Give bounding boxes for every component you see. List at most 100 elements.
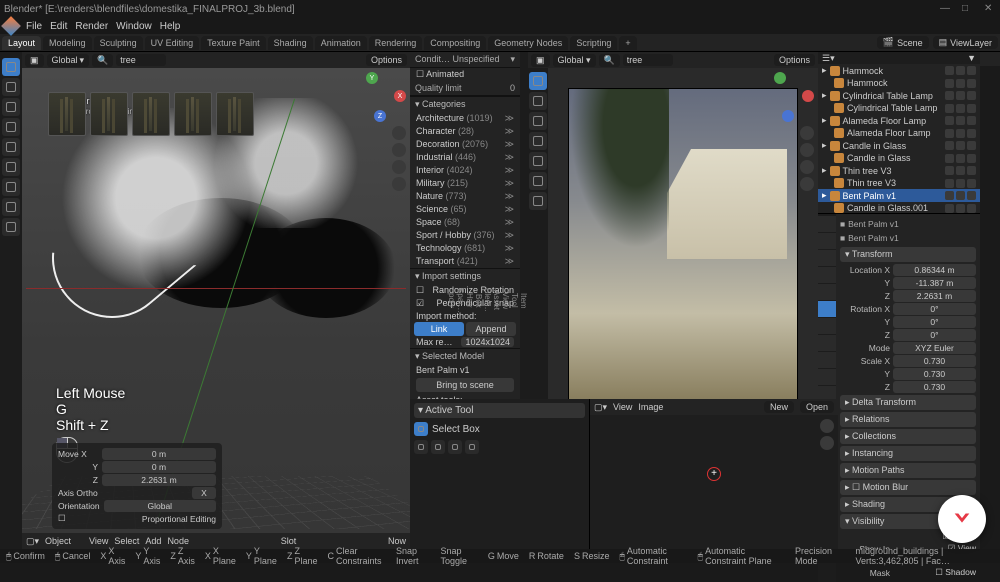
mode-selector[interactable]: ▣ — [25, 54, 44, 67]
tab-shading[interactable]: Shading — [268, 36, 313, 50]
close-button[interactable]: ✕ — [984, 3, 996, 15]
pan-icon[interactable] — [392, 143, 406, 157]
img-new[interactable]: New — [764, 401, 794, 413]
img-zoom-icon[interactable] — [820, 419, 834, 433]
sec-relations[interactable]: ▸ Relations — [840, 412, 976, 427]
tab-geonodes[interactable]: Geometry Nodes — [488, 36, 568, 50]
tab-compositing[interactable]: Compositing — [424, 36, 486, 50]
tab-layout[interactable]: Layout — [2, 36, 41, 50]
outliner-type-icon[interactable]: ☰▾ — [822, 53, 835, 64]
persp-icon[interactable] — [392, 177, 406, 191]
ptab-scene[interactable] — [818, 267, 836, 283]
img-menu-image[interactable]: Image — [638, 402, 663, 412]
img-editor-type[interactable]: ▢▾ — [594, 402, 607, 413]
minimize-button[interactable]: — — [940, 3, 952, 15]
outliner-row[interactable]: ▸Hammock — [818, 64, 980, 77]
rendered-filter[interactable] — [623, 54, 673, 66]
asset-thumb-4[interactable] — [174, 92, 212, 136]
rtool-annotate[interactable] — [529, 172, 547, 190]
location-y[interactable]: -11.387 m — [893, 277, 976, 289]
tab-uv[interactable]: UV Editing — [145, 36, 200, 50]
sec-collections[interactable]: ▸ Collections — [840, 429, 976, 444]
select-mode-1[interactable] — [414, 440, 428, 454]
select-mode-2[interactable] — [431, 440, 445, 454]
tab-modeling[interactable]: Modeling — [43, 36, 92, 50]
sec-motionblur[interactable]: ▸ ☐ Motion Blur — [840, 480, 976, 495]
footer-select[interactable]: Select — [114, 536, 139, 546]
viewlayer-selector[interactable]: ▤ViewLayer — [933, 36, 998, 49]
tool-annotate[interactable] — [2, 178, 20, 196]
outliner-row[interactable]: Candle in Glass.001 — [818, 202, 980, 214]
outliner-row[interactable]: ▸Alameda Floor Lamp — [818, 114, 980, 127]
tab-sculpting[interactable]: Sculpting — [94, 36, 143, 50]
location-z[interactable]: 2.2631 m — [893, 290, 976, 302]
menu-window[interactable]: Window — [116, 21, 152, 32]
maximize-button[interactable]: □ — [962, 3, 974, 15]
img-pan-icon[interactable] — [820, 436, 834, 450]
tool-select-box[interactable] — [2, 58, 20, 76]
menu-file[interactable]: File — [26, 21, 42, 32]
rendered-gizmo[interactable] — [764, 72, 814, 122]
snap-global[interactable]: Global ▾ — [47, 54, 90, 67]
rtool-select[interactable] — [529, 72, 547, 90]
camera-icon[interactable] — [392, 160, 406, 174]
outliner-row[interactable]: Alameda Floor Lamp — [818, 127, 980, 139]
rtool-measure[interactable] — [529, 192, 547, 210]
ptab-world[interactable] — [818, 284, 836, 300]
asset-thumb-1[interactable] — [48, 92, 86, 136]
zoom-icon[interactable] — [392, 126, 406, 140]
sec-motionpaths[interactable]: ▸ Motion Paths — [840, 463, 976, 478]
asset-thumb-2[interactable] — [90, 92, 128, 136]
active-tool-header[interactable]: ▾ Active Tool — [414, 403, 585, 418]
footer-add[interactable]: Add — [145, 536, 161, 546]
tab-add[interactable]: + — [619, 36, 636, 50]
sec-delta[interactable]: ▸ Delta Transform — [840, 395, 976, 410]
menu-render[interactable]: Render — [75, 21, 108, 32]
viewport-options[interactable]: Options — [366, 54, 407, 66]
footer-node[interactable]: Node — [167, 536, 189, 546]
rtool-cursor[interactable] — [529, 92, 547, 110]
outliner-row[interactable]: Candle in Glass — [818, 152, 980, 164]
rotation-y[interactable]: 0° — [893, 316, 976, 328]
search-icon[interactable]: 🔍 — [92, 54, 113, 67]
footer-object[interactable]: Object — [45, 536, 71, 546]
editor-type-icon[interactable]: ▢▾ — [26, 536, 39, 547]
outliner-row[interactable]: Cylindrical Table Lamp — [818, 102, 980, 114]
asset-thumb-5[interactable] — [216, 92, 254, 136]
ptab-physics[interactable] — [818, 352, 836, 368]
outliner-row[interactable]: ▸Candle in Glass — [818, 139, 980, 152]
ptab-object[interactable] — [818, 301, 836, 317]
outliner-row[interactable]: Hammock — [818, 77, 980, 89]
outliner-row[interactable]: ▸Thin tree V3 — [818, 164, 980, 177]
scene-selector[interactable]: 🎬Scene — [877, 36, 929, 49]
tool-cursor[interactable] — [2, 78, 20, 96]
footer-view[interactable]: View — [89, 536, 108, 546]
scale-y[interactable]: 0.730 — [893, 368, 976, 380]
img-open[interactable]: Open — [800, 401, 834, 413]
img-menu-view[interactable]: View — [613, 402, 632, 412]
asset-thumb-3[interactable] — [132, 92, 170, 136]
transform-section[interactable]: ▾ Transform — [840, 247, 976, 262]
location-x[interactable]: 0.86344 m — [893, 264, 976, 276]
ptab-constraints[interactable] — [818, 369, 836, 385]
tab-animation[interactable]: Animation — [315, 36, 367, 50]
outliner-row[interactable]: ▸Cylindrical Table Lamp — [818, 89, 980, 102]
scale-x[interactable]: 0.730 — [893, 355, 976, 367]
nav-gizmo[interactable]: X Y Z — [356, 72, 406, 122]
tab-texpaint[interactable]: Texture Paint — [201, 36, 266, 50]
image-editor[interactable]: ▢▾ View Image New Open — [590, 399, 838, 549]
tool-measure[interactable] — [2, 198, 20, 216]
ptab-viewlayer[interactable] — [818, 250, 836, 266]
rtool-rotate[interactable] — [529, 132, 547, 150]
outliner-row-selected[interactable]: ▸Bent Palm v1 — [818, 189, 980, 202]
ptab-modifiers[interactable] — [818, 318, 836, 334]
menu-edit[interactable]: Edit — [50, 21, 67, 32]
outliner-row[interactable]: Thin tree V3 — [818, 177, 980, 189]
rtool-scale[interactable] — [529, 152, 547, 170]
domestika-fab[interactable] — [938, 495, 986, 543]
ptab-render[interactable] — [818, 216, 836, 232]
tool-scale[interactable] — [2, 138, 20, 156]
rtool-move[interactable] — [529, 112, 547, 130]
rotation-z[interactable]: 0° — [893, 329, 976, 341]
outliner-search[interactable] — [839, 52, 963, 64]
